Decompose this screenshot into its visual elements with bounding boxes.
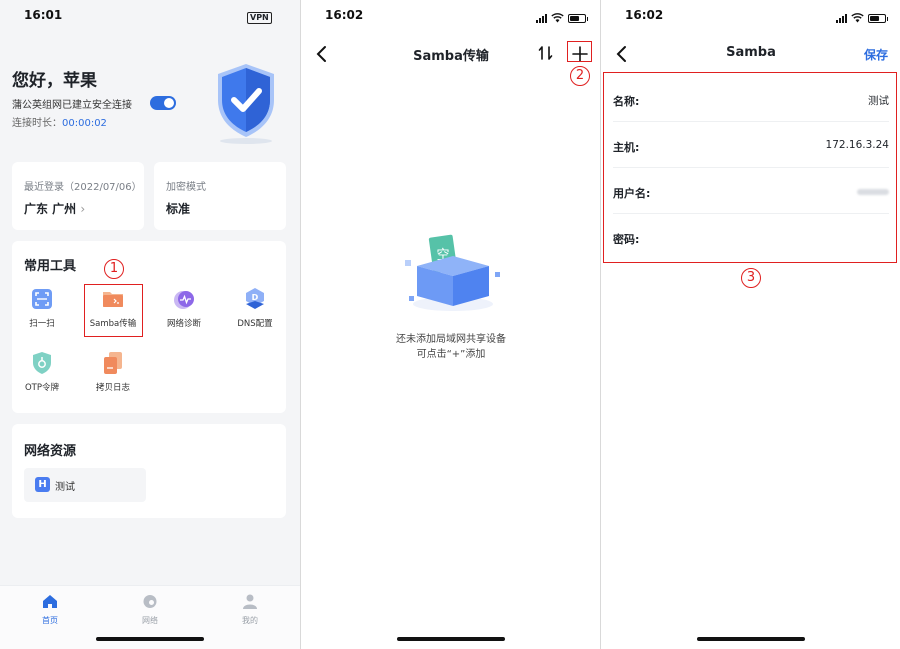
tab-label: 首页 bbox=[42, 616, 58, 625]
page-title: Samba bbox=[726, 45, 776, 60]
encrypt-mode-card: 加密模式 标准 bbox=[154, 162, 286, 230]
scan-icon bbox=[32, 289, 52, 309]
encrypt-mode-value: 标准 bbox=[166, 202, 191, 216]
otp-token-icon bbox=[33, 352, 51, 374]
chevron-right-icon: › bbox=[80, 202, 86, 216]
annotation-highlight-box bbox=[567, 41, 592, 62]
annotation-number: 1 bbox=[104, 259, 124, 279]
tab-label: 网络 bbox=[142, 616, 158, 625]
network-diagnosis-icon bbox=[174, 291, 194, 309]
tools-title: 常用工具 bbox=[24, 259, 77, 274]
status-icons bbox=[836, 12, 888, 24]
save-button[interactable]: 保存 bbox=[864, 46, 888, 63]
tool-scan[interactable]: 扫一扫 bbox=[14, 287, 70, 329]
tool-otp-token[interactable]: OTP令牌 bbox=[14, 351, 70, 393]
tool-label: 扫一扫 bbox=[29, 319, 55, 329]
tab-label: 我的 bbox=[242, 616, 258, 625]
samba-edit-screen: 16:02 Samba 保存 名称: 测试 主机: 172.16.3.24 用户… bbox=[600, 0, 900, 649]
connection-status-text: 蒲公英组网已建立安全连接 bbox=[12, 100, 132, 111]
battery-icon bbox=[568, 13, 588, 23]
home-indicator bbox=[396, 637, 505, 641]
encrypt-mode-label: 加密模式 bbox=[166, 182, 206, 193]
resources-title: 网络资源 bbox=[24, 444, 77, 459]
last-login-location: 广东 广州 › bbox=[24, 202, 86, 216]
greeting-title: 您好，苹果 bbox=[12, 71, 97, 91]
last-login-label: 最近登录（2022/07/06） bbox=[24, 182, 142, 193]
connection-duration: 连接时长：00:00:02 bbox=[12, 118, 107, 129]
tool-label: OTP令牌 bbox=[24, 383, 59, 393]
bottom-tab-bar: 首页 网络 我的 bbox=[0, 585, 300, 649]
status-time: 16:01 bbox=[24, 8, 63, 22]
empty-state-message: 还未添加局域网共享设备 可点击“+”添加 bbox=[396, 334, 506, 360]
tool-label: 网络诊断 bbox=[166, 319, 201, 329]
empty-box-illustration: 空 bbox=[405, 234, 500, 311]
wifi-icon bbox=[551, 13, 564, 23]
cellular-signal-icon bbox=[836, 13, 847, 23]
annotation-number: 3 bbox=[741, 268, 761, 288]
connection-toggle[interactable] bbox=[150, 96, 176, 110]
wifi-icon bbox=[851, 13, 864, 23]
vpn-badge: VPN bbox=[247, 12, 272, 24]
tools-card: 常用工具 扫一扫 Samba传输 网络诊断 D DNS配置 OTP令牌 拷贝日志 bbox=[12, 241, 286, 413]
tool-dns-config[interactable]: D DNS配置 bbox=[227, 287, 283, 329]
home-icon bbox=[43, 595, 57, 608]
status-time: 16:02 bbox=[625, 8, 664, 22]
annotation-highlight-box bbox=[603, 72, 897, 263]
battery-icon bbox=[868, 13, 888, 23]
status-time: 16:02 bbox=[325, 8, 364, 22]
resource-name: 测试 bbox=[55, 482, 75, 493]
page-title: Samba传输 bbox=[413, 49, 489, 64]
svg-text:D: D bbox=[252, 293, 259, 302]
tool-label: DNS配置 bbox=[237, 319, 273, 329]
transfer-sort-icon[interactable] bbox=[537, 44, 555, 62]
resource-type-badge: H bbox=[35, 477, 50, 492]
copy-log-icon bbox=[104, 352, 122, 374]
home-indicator bbox=[696, 637, 805, 641]
status-icons bbox=[536, 12, 588, 24]
home-screen: 16:01 VPN 您好，苹果 蒲公英组网已建立安全连接 连接时长：00:00:… bbox=[0, 0, 300, 649]
resource-item[interactable]: H 测试 bbox=[24, 468, 146, 502]
dns-config-icon: D bbox=[246, 288, 264, 309]
tab-profile[interactable]: 我的 bbox=[220, 594, 280, 626]
home-indicator bbox=[96, 637, 204, 641]
annotation-number: 2 bbox=[570, 66, 590, 86]
last-login-card[interactable]: 最近登录（2022/07/06） 广东 广州 › bbox=[12, 162, 144, 230]
cellular-signal-icon bbox=[536, 13, 547, 23]
samba-list-screen: 16:02 Samba传输 2 空 还未添加局域网共享设备 可点击“+”添加 bbox=[300, 0, 600, 649]
tool-label: 拷贝日志 bbox=[95, 383, 130, 393]
network-icon bbox=[143, 595, 157, 608]
tool-copy-log[interactable]: 拷贝日志 bbox=[85, 351, 141, 393]
profile-icon bbox=[243, 594, 257, 609]
tab-network[interactable]: 网络 bbox=[120, 594, 180, 626]
tab-home[interactable]: 首页 bbox=[20, 594, 80, 626]
annotation-highlight-box bbox=[84, 284, 143, 337]
security-shield-icon bbox=[218, 64, 274, 144]
tool-network-diagnosis[interactable]: 网络诊断 bbox=[156, 287, 212, 329]
duration-value: 00:00:02 bbox=[62, 118, 107, 129]
